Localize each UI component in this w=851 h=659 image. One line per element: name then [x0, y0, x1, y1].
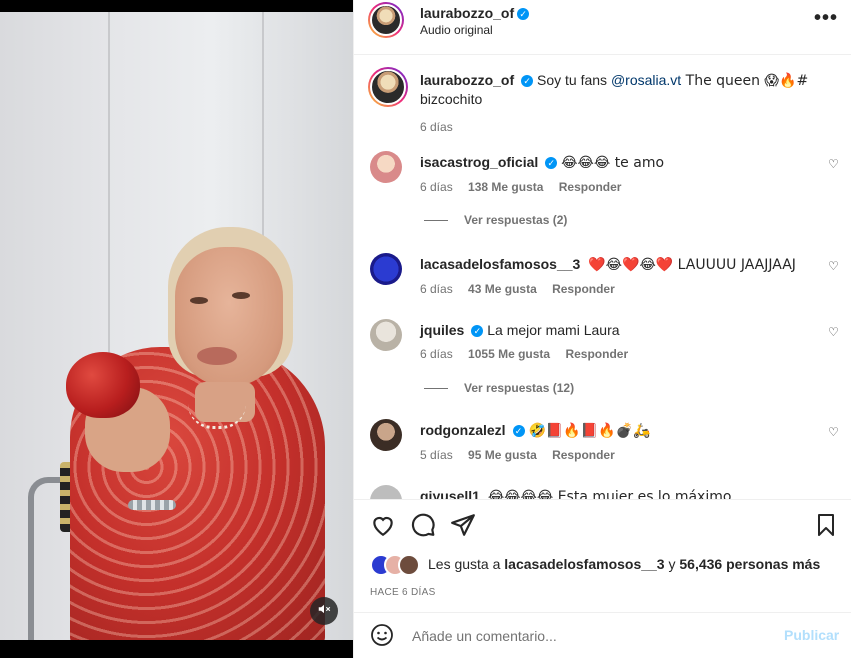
comment-text: 🤣📕🔥📕🔥💣🛵 — [528, 423, 651, 439]
emoji-icon[interactable] — [370, 623, 394, 652]
more-horizontal-icon[interactable]: ••• — [814, 7, 838, 30]
red-apple — [66, 352, 140, 418]
comment-likes[interactable]: 138 Me gusta — [468, 180, 543, 194]
instagram-post-viewer: laurabozzo_of ✓ Audio original ••• laurab… — [0, 0, 851, 658]
comment-text: La mejor mami Laura — [487, 322, 620, 338]
post-actions: Les gusta a lacasadelosfamosos__3 y 56,4… — [354, 499, 851, 659]
video-frame — [0, 12, 353, 640]
caption-hashtag[interactable]: bizcochito — [420, 91, 482, 107]
caption-text-after: The queen 😱🔥# — [681, 73, 809, 89]
commenter-avatar[interactable] — [370, 151, 402, 183]
muted-speaker-icon — [317, 602, 331, 621]
post-header: laurabozzo_of ✓ Audio original ••• — [354, 0, 851, 55]
caption-username[interactable]: laurabozzo_of — [420, 72, 514, 88]
verified-badge-icon: ✓ — [521, 75, 534, 88]
likes-count[interactable]: 56,436 personas más — [679, 556, 820, 572]
face — [175, 247, 283, 387]
send-icon[interactable] — [450, 512, 476, 543]
liker-avatar — [398, 554, 420, 576]
commenter-avatar[interactable] — [370, 253, 402, 285]
audio-label[interactable]: Audio original — [420, 23, 493, 37]
author-avatar[interactable] — [368, 2, 404, 38]
liker-username[interactable]: lacasadelosfamosos__3 — [504, 556, 664, 572]
comment-input[interactable] — [410, 627, 754, 645]
author-username[interactable]: laurabozzo_of — [420, 5, 514, 21]
video-letterbox-top — [0, 0, 353, 12]
reply-button[interactable]: Responder — [565, 347, 628, 361]
commenter-avatar[interactable] — [370, 319, 402, 351]
caption-text: Soy tu fans — [537, 72, 611, 88]
comment-like-heart-icon[interactable]: ♡ — [828, 325, 839, 339]
comment-like-heart-icon[interactable]: ♡ — [828, 425, 839, 439]
caption-time: 6 días — [420, 120, 453, 134]
bracelet — [128, 500, 176, 510]
verified-badge-icon: ✓ — [471, 325, 484, 338]
caption-mention[interactable]: @rosalia.vt — [611, 72, 681, 88]
comment-username[interactable]: jquiles — [420, 322, 464, 338]
commenter-avatar[interactable] — [370, 419, 402, 451]
bookmark-icon[interactable] — [814, 512, 838, 543]
likes-middle: y — [664, 556, 680, 572]
comment-text: 😂😂😂😂 Esta mujer es lo máximo — [487, 489, 732, 499]
comment-like-heart-icon[interactable]: ♡ — [828, 157, 839, 171]
verified-badge-icon: ✓ — [545, 157, 558, 170]
comment-time: 5 días — [420, 448, 453, 462]
eye-right — [232, 292, 250, 299]
publish-button[interactable]: Publicar — [784, 627, 839, 643]
lips — [197, 347, 237, 365]
reply-button[interactable]: Responder — [552, 282, 615, 296]
reply-button[interactable]: Responder — [559, 180, 622, 194]
comment-time: 6 días — [420, 347, 453, 361]
comment-username[interactable]: rodgonzalezl — [420, 422, 506, 438]
comment-text: 😂😂😂 te amo — [561, 155, 665, 171]
caption-avatar[interactable] — [368, 67, 408, 107]
comment-like-heart-icon[interactable]: ♡ — [828, 259, 839, 273]
comment-likes[interactable]: 1055 Me gusta — [468, 347, 550, 361]
reply-button[interactable]: Responder — [552, 448, 615, 462]
mute-button[interactable] — [310, 597, 338, 625]
add-comment-bar: Publicar — [354, 612, 851, 659]
comments-list[interactable]: laurabozzo_of ✓ Soy tu fans @rosalia.vt T… — [354, 55, 851, 499]
view-replies-button[interactable]: Ver respuestas (12) — [424, 381, 574, 395]
comment-username[interactable]: giyusell1 — [420, 488, 480, 499]
video-letterbox-bottom — [0, 640, 353, 658]
verified-badge-icon: ✓ — [517, 7, 530, 20]
post-sidebar: laurabozzo_of ✓ Audio original ••• laurab… — [353, 0, 851, 658]
likes-prefix: Les gusta a — [428, 556, 505, 572]
post-date[interactable]: HACE 6 DÍAS — [370, 587, 436, 598]
comment-likes[interactable]: 43 Me gusta — [468, 282, 537, 296]
eye-left — [190, 297, 208, 304]
comment-text: ❤️😂❤️😂❤️ LAUUUU JAAJJAAJ — [588, 257, 796, 273]
video-player[interactable] — [0, 0, 353, 658]
commenter-avatar[interactable] — [370, 485, 402, 499]
comment-time: 6 días — [420, 282, 453, 296]
comment-username[interactable]: lacasadelosfamosos__3 — [420, 256, 580, 272]
verified-badge-icon: ✓ — [512, 425, 525, 438]
comment-username[interactable]: isacastrog_oficial — [420, 154, 538, 170]
comment-icon[interactable] — [410, 512, 436, 543]
comment-likes[interactable]: 95 Me gusta — [468, 448, 537, 462]
comment-time: 6 días — [420, 180, 453, 194]
view-replies-button[interactable]: Ver respuestas (2) — [424, 213, 567, 227]
heart-icon[interactable] — [370, 512, 396, 543]
